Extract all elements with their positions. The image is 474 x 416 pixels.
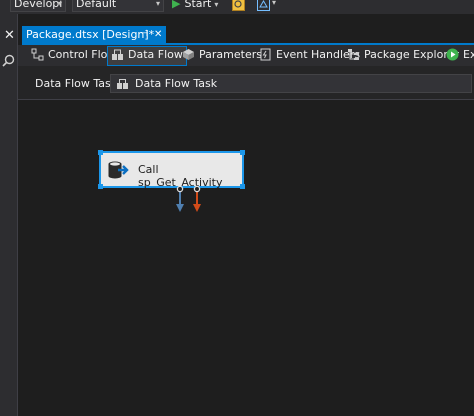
control-flow-icon [31,48,44,61]
search-icon[interactable] [2,54,15,67]
event-handlers-icon [260,48,271,61]
top-toolbar: Developi ▾ Default ▾ ▶ Start ▾ ▾ [0,0,474,14]
chevron-down-icon: ▾ [155,0,160,8]
tab-label: Ex [463,48,474,61]
output-paths [176,185,201,212]
platform-value: Default [76,0,117,10]
close-tab-icon[interactable]: ✕ [154,26,162,43]
tab-data-flow[interactable]: Data Flow [107,46,187,66]
resize-handle[interactable] [240,150,245,155]
start-button[interactable]: ▶ Start ▾ [172,0,218,12]
chevron-down-icon: ▾ [214,0,219,9]
data-flow-task-row: Data Flow Task: Data Flow Task [18,66,474,100]
toolbar-overflow-icon[interactable]: ▾ [272,0,276,7]
tab-label: Parameters [199,48,262,61]
data-flow-task-label: Data Flow Task: [35,77,121,90]
tab-execution-results[interactable]: Ex [443,46,474,64]
data-flow-task-value: Data Flow Task [135,77,218,90]
tab-label: Data Flow [128,48,183,61]
data-flow-task-select[interactable]: Data Flow Task [110,74,472,93]
solution-configuration-combo[interactable]: Developi ▾ [10,0,66,12]
left-tool-strip: ✕ [0,14,18,416]
resize-handle[interactable] [98,184,103,189]
play-icon: ▶ [172,0,181,10]
pin-icon[interactable]: ⊣ [140,26,148,43]
error-path-arrow[interactable] [193,185,201,212]
solution-configuration-value: Developi [14,0,63,10]
parameters-icon [183,49,194,60]
document-tab-package[interactable]: Package.dtsx [Design]* ⊣ ✕ [22,26,166,43]
start-label: Start [184,0,212,10]
success-path-arrow[interactable] [176,185,184,212]
tab-control-flow[interactable]: Control Flow [28,46,119,64]
design-canvas[interactable] [18,100,474,416]
document-tab-title: Package.dtsx [Design]* [26,28,155,41]
tab-parameters[interactable]: Parameters [179,46,265,64]
find-icon[interactable] [232,0,245,11]
platform-combo[interactable]: Default ▾ [72,0,164,12]
resize-handle[interactable] [98,150,103,155]
package-explorer-icon [348,49,359,60]
solution-explorer-icon[interactable] [257,0,270,11]
data-flow-icon [112,49,123,60]
data-flow-task-icon [117,79,128,89]
close-icon[interactable]: ✕ [4,28,15,43]
execute-icon [446,48,459,61]
designer-tab-bar: Control Flow Data Flow Parameters Event … [18,45,474,66]
chevron-down-icon: ▾ [57,0,62,8]
stored-procedure-icon [108,161,129,179]
ole-db-command-component[interactable]: Call sp_Get_Activity [98,150,245,189]
